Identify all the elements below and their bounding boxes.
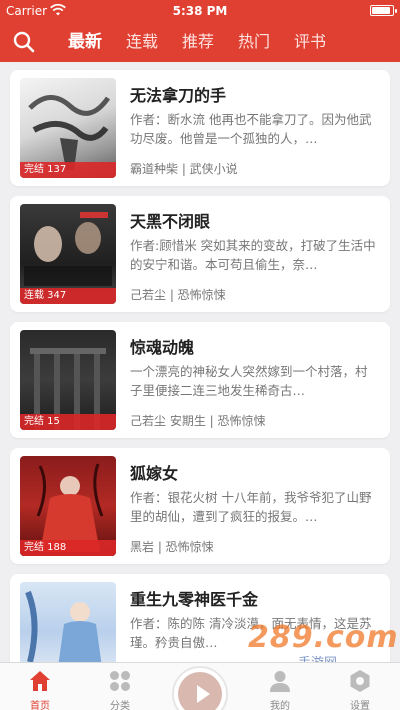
- book-description: 作者:顾惜米 突如其来的变故，打破了生活中的安宁和谐。本可苟且偷生，奈…: [130, 238, 376, 272]
- status-badge: 完结 137: [20, 162, 116, 178]
- book-card[interactable]: 完结 188 狐嫁女 作者：银花火树 十八年前，我爷爷犯了山野里的胡仙，遭到了疯…: [10, 448, 390, 564]
- book-cover: 连载 347: [20, 204, 116, 304]
- book-title: 重生九零神医千金: [130, 590, 259, 609]
- status-badge: 连载 347: [20, 288, 116, 304]
- book-cover: 完结 15: [20, 330, 116, 430]
- book-meta: 霸道种柴 | 武侠小说: [130, 162, 238, 176]
- book-description: 一个漂亮的神秘女人突然嫁到一个村落，村子里便接二连三地发生稀奇古…: [130, 364, 368, 398]
- book-title: 无法拿刀的手: [130, 86, 227, 105]
- search-icon[interactable]: [12, 30, 36, 54]
- tab-label: 分类: [110, 701, 130, 710]
- book-cover: 完结 188: [20, 456, 116, 556]
- tab-label: 首页: [30, 701, 50, 710]
- book-title: 惊魂动魄: [130, 338, 195, 357]
- status-bar: Carrier 5:38 PM: [0, 0, 400, 22]
- book-meta: 己若尘 安期生 | 恐怖惊悚: [130, 414, 266, 428]
- book-title: 狐嫁女: [130, 464, 179, 483]
- tab-latest[interactable]: 最新: [68, 22, 102, 62]
- play-icon: [197, 685, 210, 703]
- book-card[interactable]: 连载 347 天黑不闭眼 作者:顾惜米 突如其来的变故，打破了生活中的安宁和谐。…: [10, 196, 390, 312]
- book-meta: 己若尘 | 恐怖惊悚: [130, 288, 226, 302]
- tab-storytelling[interactable]: 评书: [294, 22, 326, 62]
- book-description: 作者：银花火树 十八年前，我爷爷犯了山野里的胡仙，遭到了疯狂的报复。…: [130, 490, 372, 524]
- book-list: 完结 137 无法拿刀的手 作者：断水流 他再也不能拿刀了。因为他武功尽废。他曾…: [10, 70, 390, 700]
- status-badge: 完结 188: [20, 540, 116, 556]
- top-nav: 最新 连载 推荐 热门 评书: [0, 22, 400, 62]
- tab-serial[interactable]: 连载: [126, 22, 158, 62]
- status-badge: 完结 15: [20, 414, 116, 430]
- category-tabs: 最新 连载 推荐 热门 评书: [68, 22, 350, 62]
- book-title: 天黑不闭眼: [130, 212, 211, 231]
- tab-home[interactable]: 首页: [0, 663, 80, 710]
- tab-settings[interactable]: 设置: [320, 663, 400, 710]
- book-card[interactable]: 完结 15 惊魂动魄 一个漂亮的神秘女人突然嫁到一个村落，村子里便接二连三地发生…: [10, 322, 390, 438]
- settings-icon: [350, 670, 370, 692]
- tab-hot[interactable]: 热门: [238, 22, 270, 62]
- battery-icon: [370, 5, 397, 16]
- book-cover: 完结 137: [20, 78, 116, 178]
- tab-label: 设置: [350, 701, 370, 710]
- grid-icon: [110, 671, 130, 691]
- book-description: 作者：断水流 他再也不能拿刀了。因为他武功尽废。他曾是一个孤独的人，…: [130, 112, 372, 146]
- book-card[interactable]: 完结 137 无法拿刀的手 作者：断水流 他再也不能拿刀了。因为他武功尽废。他曾…: [10, 70, 390, 186]
- tab-category[interactable]: 分类: [80, 663, 160, 710]
- tab-label: 我的: [270, 701, 290, 710]
- user-icon: [270, 671, 290, 692]
- home-icon: [30, 671, 50, 691]
- book-meta: 黑岩 | 恐怖惊悚: [130, 540, 214, 554]
- tab-mine[interactable]: 我的: [240, 663, 320, 710]
- player-cover: [178, 672, 222, 710]
- tab-recommend[interactable]: 推荐: [182, 22, 214, 62]
- clock: 5:38 PM: [172, 4, 228, 18]
- watermark: 289.com: [248, 620, 399, 655]
